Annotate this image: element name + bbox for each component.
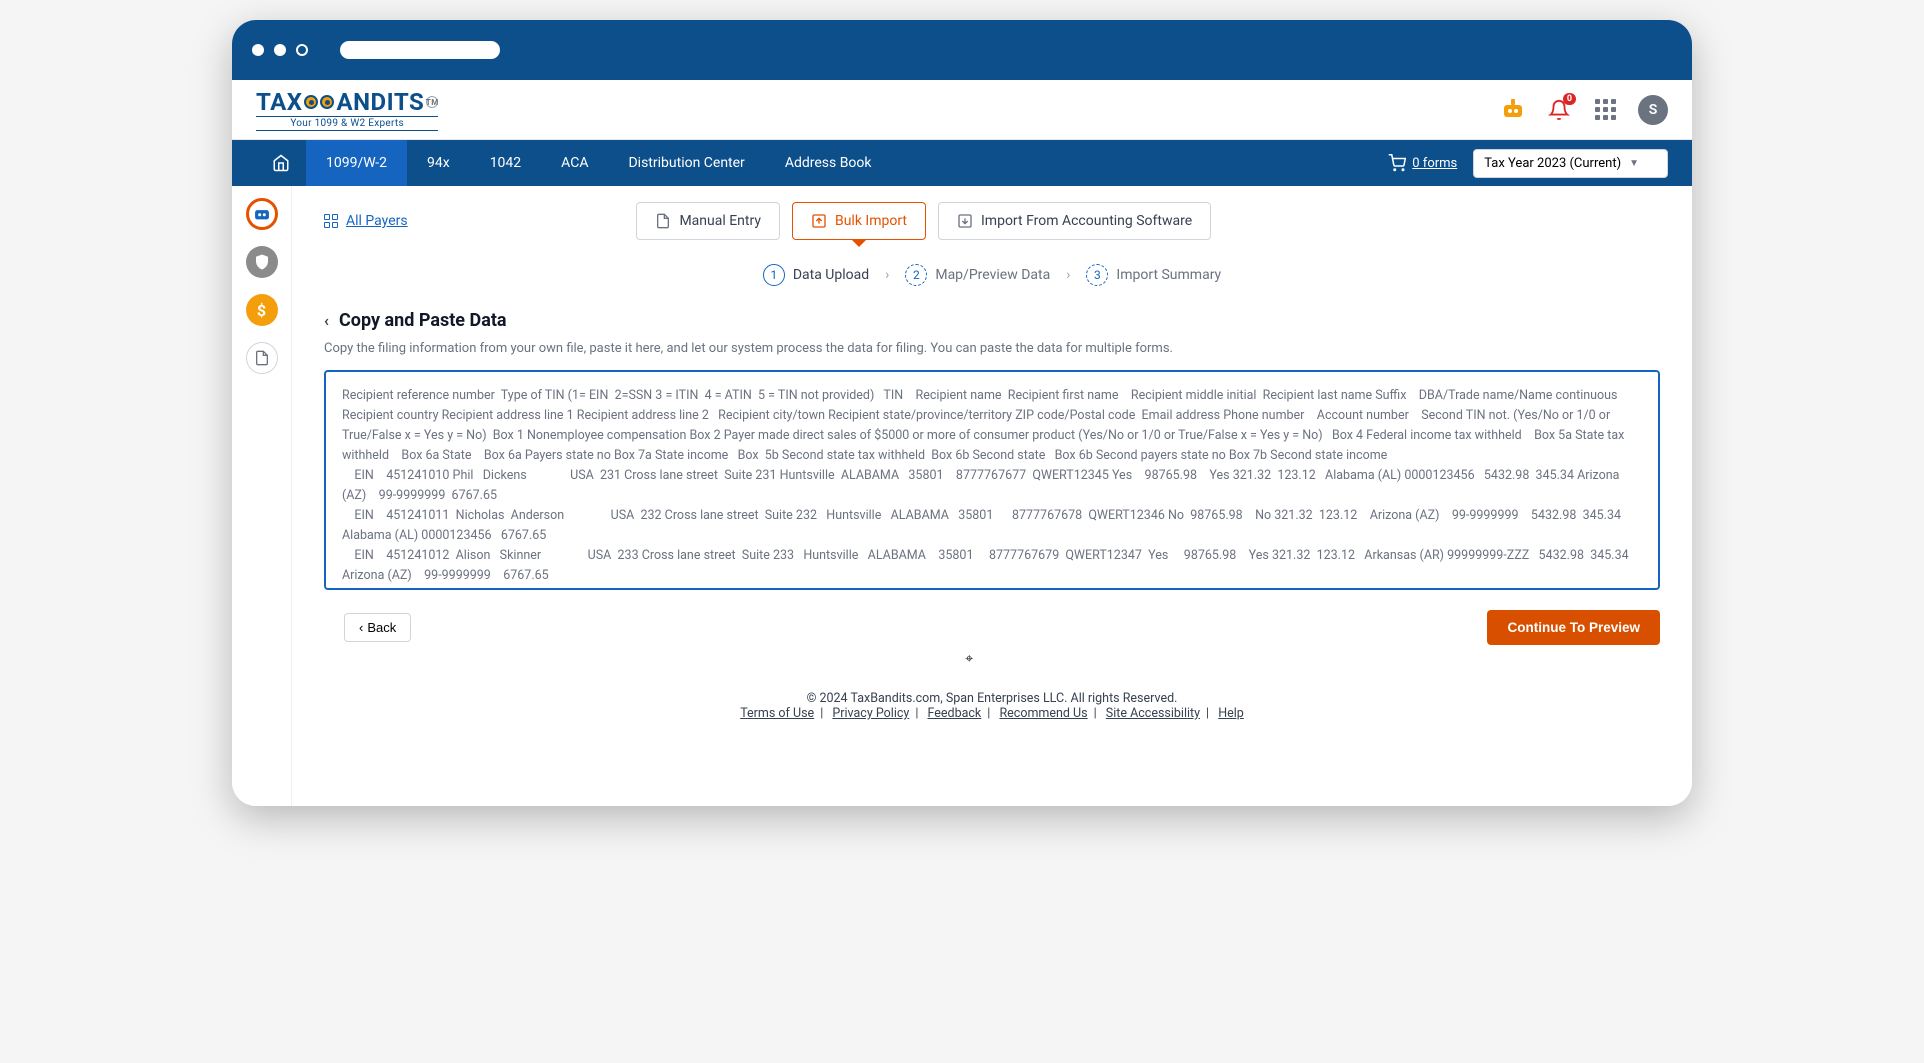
footer: © 2024 TaxBandits.com, Span Enterprises … bbox=[324, 661, 1660, 741]
step-1-label: Data Upload bbox=[793, 267, 869, 283]
tax-year-value: Tax Year 2023 (Current) bbox=[1484, 156, 1621, 171]
tax-year-dropdown[interactable]: Tax Year 2023 (Current) ▼ bbox=[1473, 149, 1668, 178]
step-1-number: 1 bbox=[763, 264, 785, 286]
nav-home[interactable] bbox=[256, 140, 306, 186]
app-header: TAX ANDITS TM Your 1099 & W2 Experts 0 S bbox=[232, 80, 1692, 140]
footer-link-feedback[interactable]: Feedback bbox=[927, 706, 981, 721]
tab-manual-entry[interactable]: Manual Entry bbox=[636, 202, 780, 240]
home-icon bbox=[272, 154, 290, 172]
browser-titlebar bbox=[232, 20, 1692, 80]
all-payers-link[interactable]: All Payers bbox=[324, 213, 408, 229]
paste-data-textarea[interactable] bbox=[324, 370, 1660, 590]
chevron-down-icon: ▼ bbox=[1629, 158, 1639, 169]
continue-to-preview-button[interactable]: Continue To Preview bbox=[1487, 610, 1660, 645]
grid-icon bbox=[324, 214, 338, 228]
back-button-label: Back bbox=[367, 620, 396, 635]
nav-aca[interactable]: ACA bbox=[541, 140, 608, 186]
section-description: Copy the filing information from your ow… bbox=[324, 341, 1660, 356]
step-3[interactable]: 3 Import Summary bbox=[1086, 264, 1221, 286]
nav-1042[interactable]: 1042 bbox=[470, 140, 541, 186]
notification-count-badge: 0 bbox=[1563, 93, 1576, 105]
step-2[interactable]: 2 Map/Preview Data bbox=[905, 264, 1050, 286]
tab-bulk-import[interactable]: Bulk Import bbox=[792, 202, 926, 240]
logo-text-andits: ANDITS bbox=[336, 88, 424, 116]
entry-tabs: Manual Entry Bulk Import Import From Acc… bbox=[636, 202, 1211, 240]
cart-icon bbox=[1388, 154, 1406, 172]
tab-accounting-import[interactable]: Import From Accounting Software bbox=[938, 202, 1211, 240]
app-body: $ All Payers Manual Entry Bu bbox=[232, 186, 1692, 806]
chevron-right-icon: › bbox=[885, 267, 889, 283]
upload-icon bbox=[811, 213, 827, 229]
url-bar[interactable] bbox=[340, 41, 500, 59]
nav-94x[interactable]: 94x bbox=[407, 140, 470, 186]
logo-subtitle: Your 1099 & W2 Experts bbox=[256, 116, 438, 131]
back-chevron-icon[interactable]: ‹ bbox=[324, 311, 329, 330]
footer-link-help[interactable]: Help bbox=[1218, 706, 1244, 721]
nav-1099-w2[interactable]: 1099/W-2 bbox=[306, 140, 407, 186]
logo-eyes-icon bbox=[304, 95, 334, 109]
logo-tm: TM bbox=[426, 96, 438, 108]
user-avatar[interactable]: S bbox=[1638, 95, 1668, 125]
footer-link-recommend[interactable]: Recommend Us bbox=[999, 706, 1087, 721]
rail-document-icon[interactable] bbox=[246, 342, 278, 374]
footer-link-accessibility[interactable]: Site Accessibility bbox=[1106, 706, 1200, 721]
document-icon bbox=[655, 213, 671, 229]
tab-manual-label: Manual Entry bbox=[679, 213, 761, 229]
step-3-number: 3 bbox=[1086, 264, 1108, 286]
window-dot-maximize[interactable] bbox=[296, 44, 308, 56]
step-3-label: Import Summary bbox=[1116, 267, 1221, 283]
import-icon bbox=[957, 213, 973, 229]
section-title: Copy and Paste Data bbox=[339, 310, 507, 331]
window-dot-minimize[interactable] bbox=[274, 44, 286, 56]
chevron-right-icon: › bbox=[1066, 267, 1070, 283]
logo[interactable]: TAX ANDITS TM Your 1099 & W2 Experts bbox=[256, 88, 438, 131]
back-button[interactable]: ‹ Back bbox=[344, 613, 411, 642]
section-title-row: ‹ Copy and Paste Data bbox=[324, 310, 1660, 331]
wizard-steps: 1 Data Upload › 2 Map/Preview Data › 3 I… bbox=[324, 264, 1660, 286]
window-controls bbox=[252, 44, 308, 56]
footer-link-privacy[interactable]: Privacy Policy bbox=[832, 706, 909, 721]
chevron-left-icon: ‹ bbox=[359, 620, 363, 635]
rail-dollar-icon[interactable]: $ bbox=[246, 294, 278, 326]
logo-text-tax: TAX bbox=[256, 88, 302, 116]
nav-address-book[interactable]: Address Book bbox=[765, 140, 892, 186]
action-row: ‹ Back Continue To Preview bbox=[324, 610, 1660, 645]
step-2-number: 2 bbox=[905, 264, 927, 286]
main-content: All Payers Manual Entry Bulk Import Impo… bbox=[292, 186, 1692, 806]
forms-count-label: 0 forms bbox=[1412, 156, 1457, 171]
window-dot-close[interactable] bbox=[252, 44, 264, 56]
step-1[interactable]: 1 Data Upload bbox=[763, 264, 869, 286]
nav-distribution-center[interactable]: Distribution Center bbox=[608, 140, 764, 186]
forms-cart[interactable]: 0 forms bbox=[1388, 154, 1457, 172]
left-rail: $ bbox=[232, 186, 292, 806]
all-payers-label: All Payers bbox=[346, 213, 408, 229]
rail-bot-icon[interactable] bbox=[246, 198, 278, 230]
notification-bell-icon[interactable]: 0 bbox=[1546, 97, 1572, 123]
browser-frame: TAX ANDITS TM Your 1099 & W2 Experts 0 S bbox=[232, 20, 1692, 806]
apps-grid-icon[interactable] bbox=[1592, 97, 1618, 123]
rail-shield-icon[interactable] bbox=[246, 246, 278, 278]
bot-icon[interactable] bbox=[1500, 97, 1526, 123]
cursor-icon: ⌖ bbox=[965, 651, 1692, 667]
step-2-label: Map/Preview Data bbox=[935, 267, 1050, 283]
header-right: 0 S bbox=[1500, 95, 1668, 125]
tab-accounting-label: Import From Accounting Software bbox=[981, 213, 1192, 229]
tab-bulk-label: Bulk Import bbox=[835, 213, 907, 229]
top-nav: 1099/W-2 94x 1042 ACA Distribution Cente… bbox=[232, 140, 1692, 186]
footer-link-terms[interactable]: Terms of Use bbox=[740, 706, 814, 721]
footer-copyright: © 2024 TaxBandits.com, Span Enterprises … bbox=[324, 691, 1660, 706]
